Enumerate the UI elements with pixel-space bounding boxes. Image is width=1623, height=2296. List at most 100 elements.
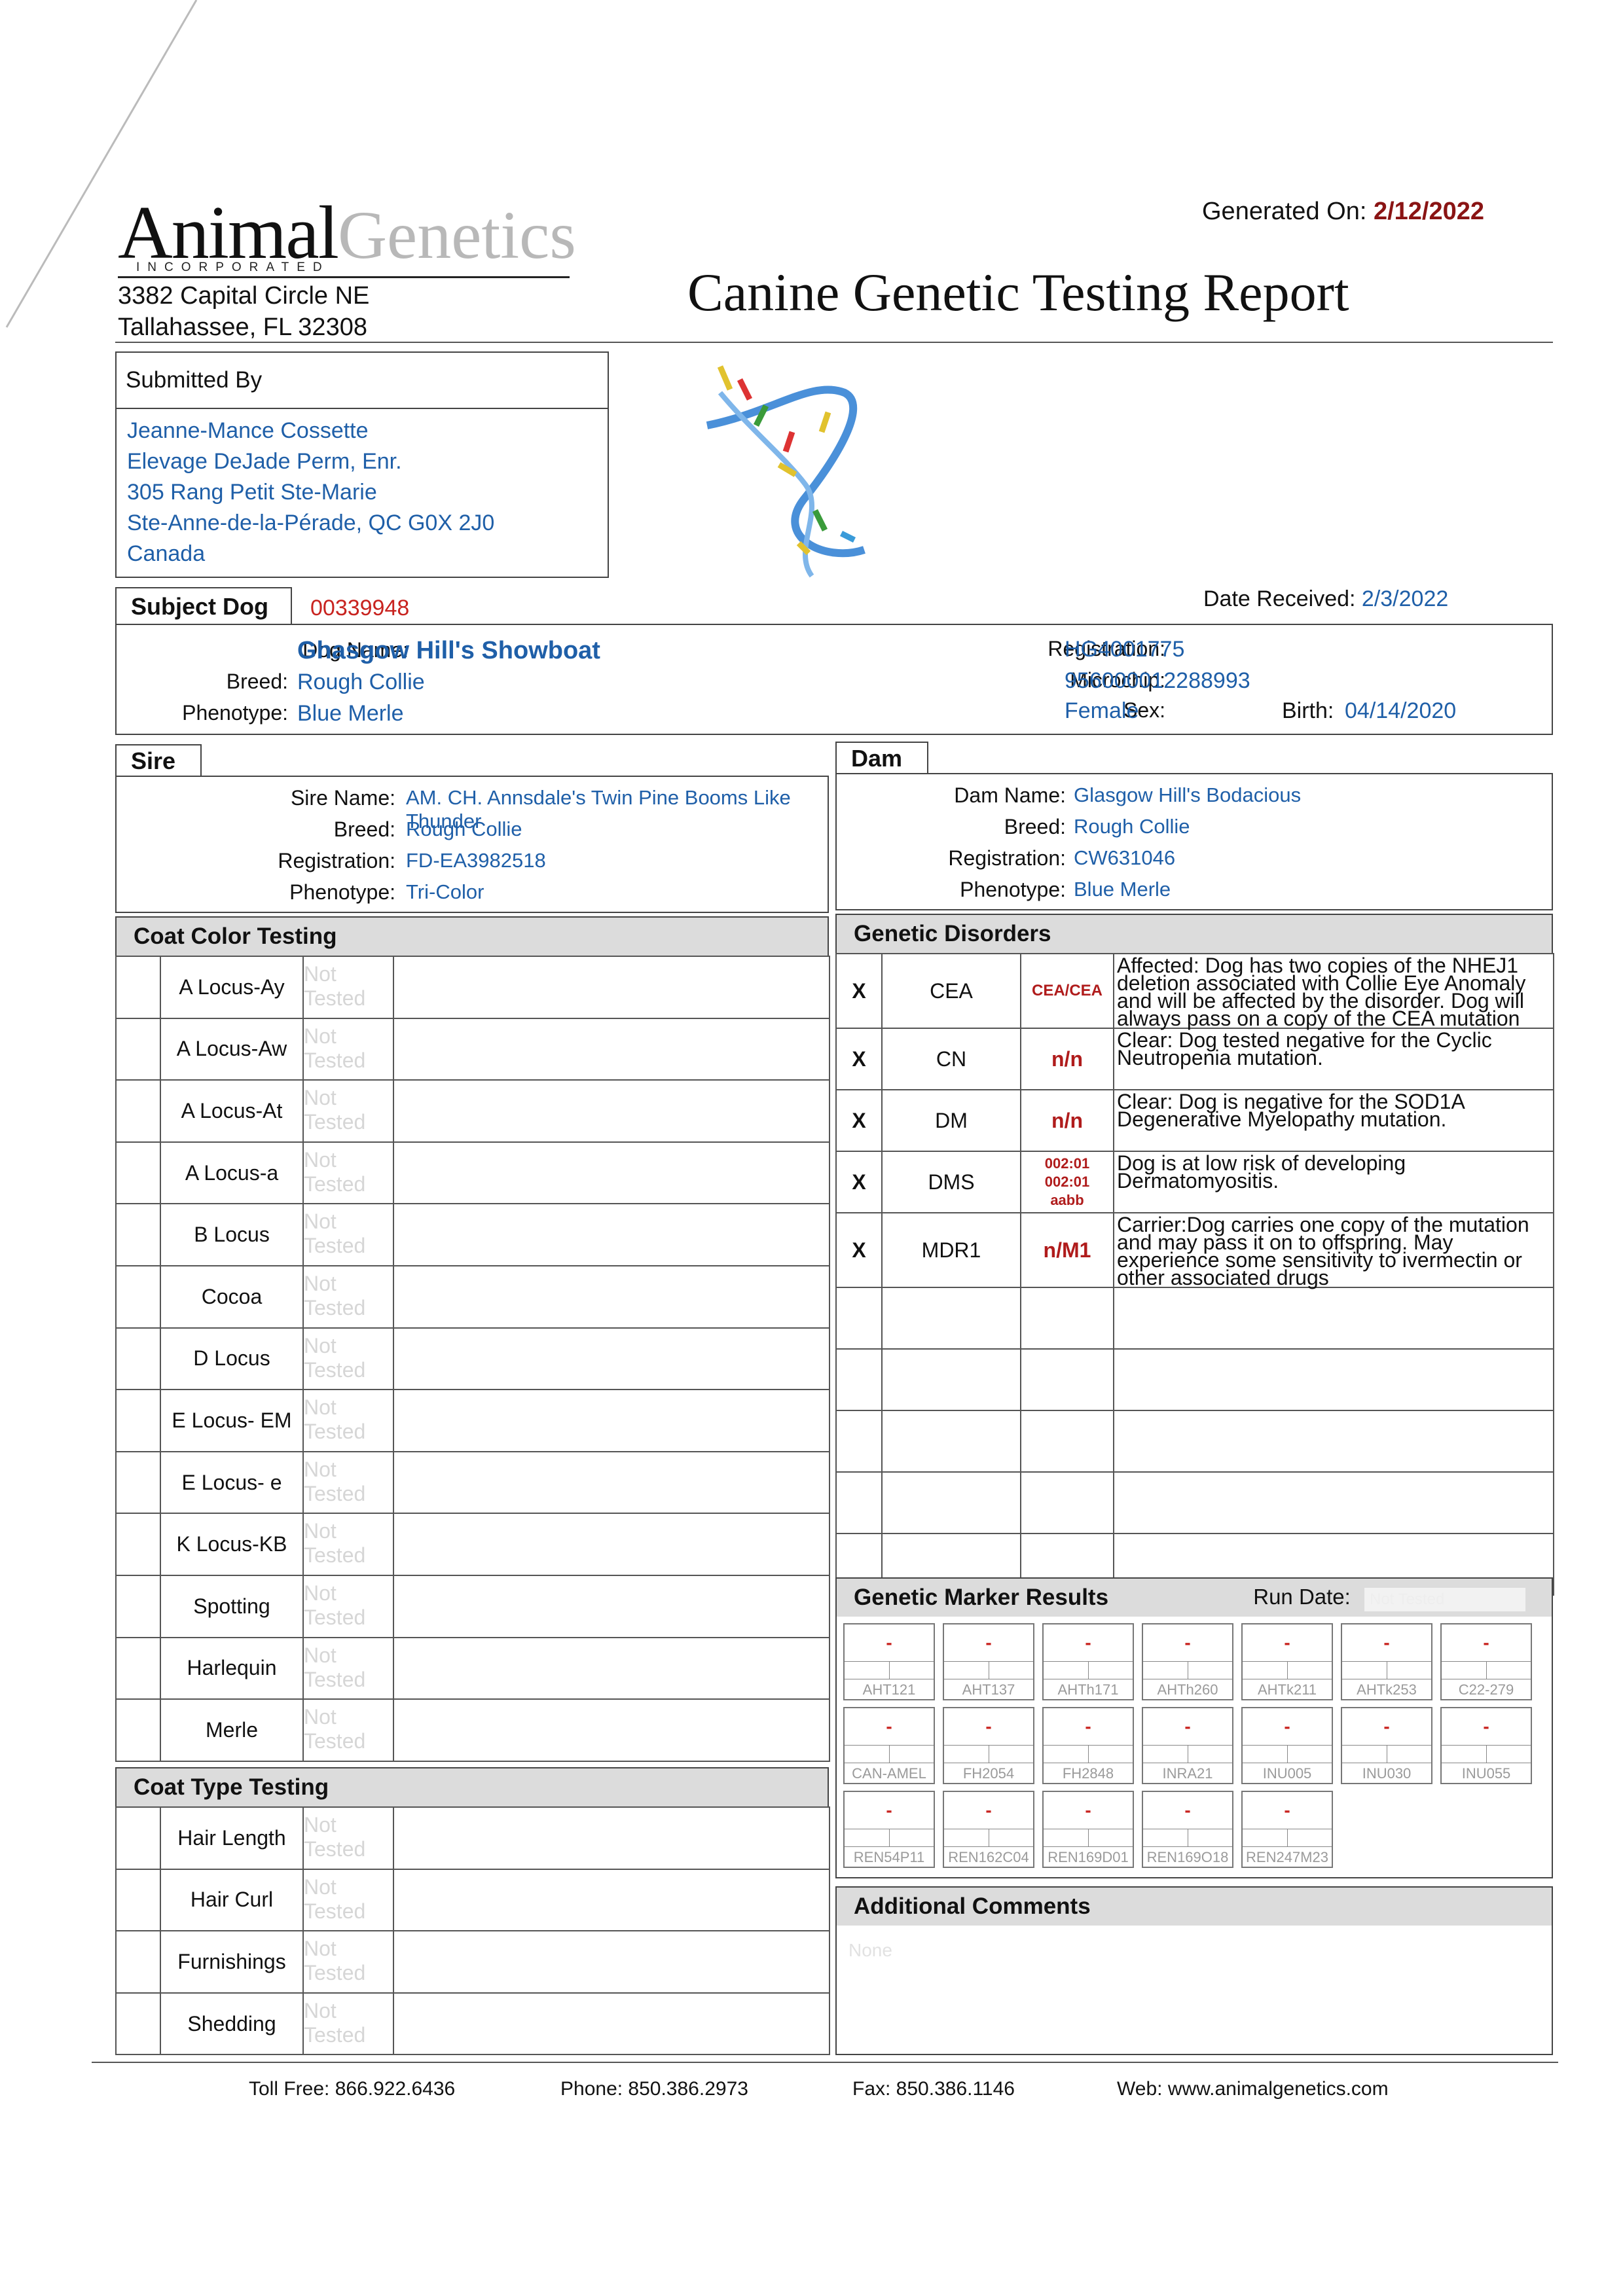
result-cell (393, 1017, 830, 1081)
empty-cell (881, 1287, 1021, 1350)
empty-cell (1020, 1287, 1114, 1350)
test-name: E Locus- e (160, 1450, 304, 1515)
run-date-label: Run Date: (1253, 1584, 1351, 1609)
marker-cell: - INU055 (1440, 1707, 1532, 1784)
test-name: A Locus-a (160, 1141, 304, 1205)
check-cell (115, 1574, 161, 1638)
table-row: D Locus Not Tested (115, 1327, 830, 1391)
table-row: Merle Not Tested (115, 1698, 830, 1762)
table-row: X CEA CEA/CEA Affected: Dog has two copies … (835, 953, 1554, 1029)
generated-label: Generated On: (1202, 198, 1367, 225)
marker-name: AHT121 (862, 1681, 916, 1698)
empty-cell (835, 1287, 883, 1350)
genetic-disorders-header: Genetic Disorders (835, 914, 1553, 954)
test-name: Hair Curl (160, 1868, 304, 1932)
marker-cell: - INRA21 (1142, 1707, 1233, 1784)
result-line: 002:01 (1044, 1174, 1090, 1190)
subject-dog-box: Dog Name: Ghasgow Hill's Showboat Breed:… (115, 624, 1553, 735)
genetic-markers-box: - AHT121 - AHT137 - AHTh171 - AHTh260 - AHTk211 - A… (835, 1617, 1553, 1878)
table-row: A Locus-Aw Not Tested (115, 1017, 830, 1081)
sire-tab: Sire (115, 744, 202, 777)
disorder-test: CN (881, 1028, 1021, 1090)
dam-registration-value: CW631046 (1074, 846, 1176, 869)
test-name: A Locus-Aw (160, 1017, 304, 1081)
subject-dog-tab: Subject Dog (115, 587, 292, 625)
marker-divider (944, 1746, 1033, 1763)
marker-value: - (1342, 1624, 1431, 1662)
dam-title: Dam (851, 745, 903, 772)
empty-cell (1020, 1471, 1114, 1534)
marker-value: - (1442, 1624, 1531, 1662)
marker-value: - (944, 1708, 1033, 1746)
result-cell (393, 1203, 830, 1266)
marker-cell: - AHTk253 (1341, 1623, 1432, 1700)
sex-value: Female (1065, 698, 1139, 723)
test-name: B Locus (160, 1203, 304, 1266)
submitter-city: Ste-Anne-de-la-Pérade, QC G0X 2J0 (127, 511, 495, 535)
table-row: A Locus-Ay Not Tested (115, 956, 830, 1019)
empty-cell (1113, 1471, 1554, 1534)
table-row (835, 1287, 1554, 1350)
dam-breed-value: Rough Collie (1074, 815, 1190, 838)
marker-name: C22-279 (1458, 1681, 1514, 1698)
table-row: E Locus- EM Not Tested (115, 1389, 830, 1452)
marker-value: - (1044, 1708, 1133, 1746)
tested-mark: X (835, 1028, 883, 1090)
disorder-test: DM (881, 1089, 1021, 1152)
table-row: Furnishings Not Tested (115, 1930, 830, 1994)
empty-cell (881, 1410, 1021, 1473)
marker-divider (845, 1662, 934, 1679)
marker-name: REN162C04 (948, 1849, 1029, 1865)
marker-name: AHTk211 (1257, 1681, 1317, 1698)
additional-comments-title: Additional Comments (854, 1893, 1091, 1919)
marker-name: INU030 (1362, 1765, 1412, 1782)
footer-fax: Fax: 850.386.1146 (852, 2078, 1015, 2100)
dam-name-label: Dam Name: (954, 783, 1066, 807)
marker-name: AHTh260 (1157, 1681, 1218, 1698)
birth-value: 04/14/2020 (1345, 698, 1457, 723)
marker-name: INU055 (1461, 1765, 1511, 1782)
disorder-description: Clear: Dog tested negative for the Cycli… (1113, 1028, 1554, 1090)
marker-divider (1143, 1829, 1232, 1847)
coat-type-table: Hair Length Not Tested Hair Curl Not Tested… (115, 1806, 830, 2056)
disorder-test: DMS (881, 1151, 1021, 1213)
dna-helix-icon (706, 365, 866, 578)
check-cell (115, 1017, 161, 1081)
table-row: X MDR1 n/M1 Carrier:Dog carries one copy of… (835, 1212, 1554, 1288)
registration-value: HG4001775 (1065, 637, 1185, 662)
marker-cell: - INU005 (1241, 1707, 1333, 1784)
not-tested: Not Tested (302, 1450, 394, 1515)
birth-label: Birth: (1282, 698, 1334, 723)
test-name: Merle (160, 1698, 304, 1762)
not-tested: Not Tested (302, 1327, 394, 1391)
check-cell (115, 1806, 161, 1870)
marker-cell: - AHTh260 (1142, 1623, 1233, 1700)
sire-registration-value: FD-EA3982518 (406, 849, 546, 872)
empty-cell (1020, 1410, 1114, 1473)
logo-underline (118, 276, 570, 278)
not-tested: Not Tested (302, 1017, 394, 1081)
submitted-by-box: Submitted By Jeanne-Mance Cossette Eleva… (115, 351, 609, 578)
marker-value: - (1243, 1624, 1332, 1662)
genetic-disorders-title: Genetic Disorders (854, 921, 1051, 946)
marker-cell: - INU030 (1341, 1707, 1432, 1784)
coat-color-table: A Locus-Ay Not Tested A Locus-Aw Not Tested… (115, 956, 830, 1762)
test-name: Shedding (160, 1992, 304, 2056)
submitter-street: 305 Rang Petit Ste-Marie (127, 480, 377, 505)
result-cell (393, 1327, 830, 1391)
test-name: A Locus-At (160, 1079, 304, 1143)
breed-label: Breed: (226, 670, 288, 693)
marker-divider (1143, 1662, 1232, 1679)
marker-cell: - REN169D01 (1042, 1791, 1134, 1868)
sire-breed-label: Breed: (333, 817, 395, 841)
footer-web: Web: www.animalgenetics.com (1117, 2078, 1389, 2100)
marker-value: - (845, 1624, 934, 1662)
check-cell (115, 1265, 161, 1329)
marker-divider (1342, 1746, 1431, 1763)
marker-value: - (845, 1708, 934, 1746)
additional-comments-text: None (848, 1940, 892, 1960)
company-logo: AnimalGenetics INCORPORATED (118, 190, 589, 281)
test-name: Furnishings (160, 1930, 304, 1994)
result-cell (393, 1806, 830, 1870)
disorder-description: Clear: Dog is negative for the SOD1A Deg… (1113, 1089, 1554, 1152)
